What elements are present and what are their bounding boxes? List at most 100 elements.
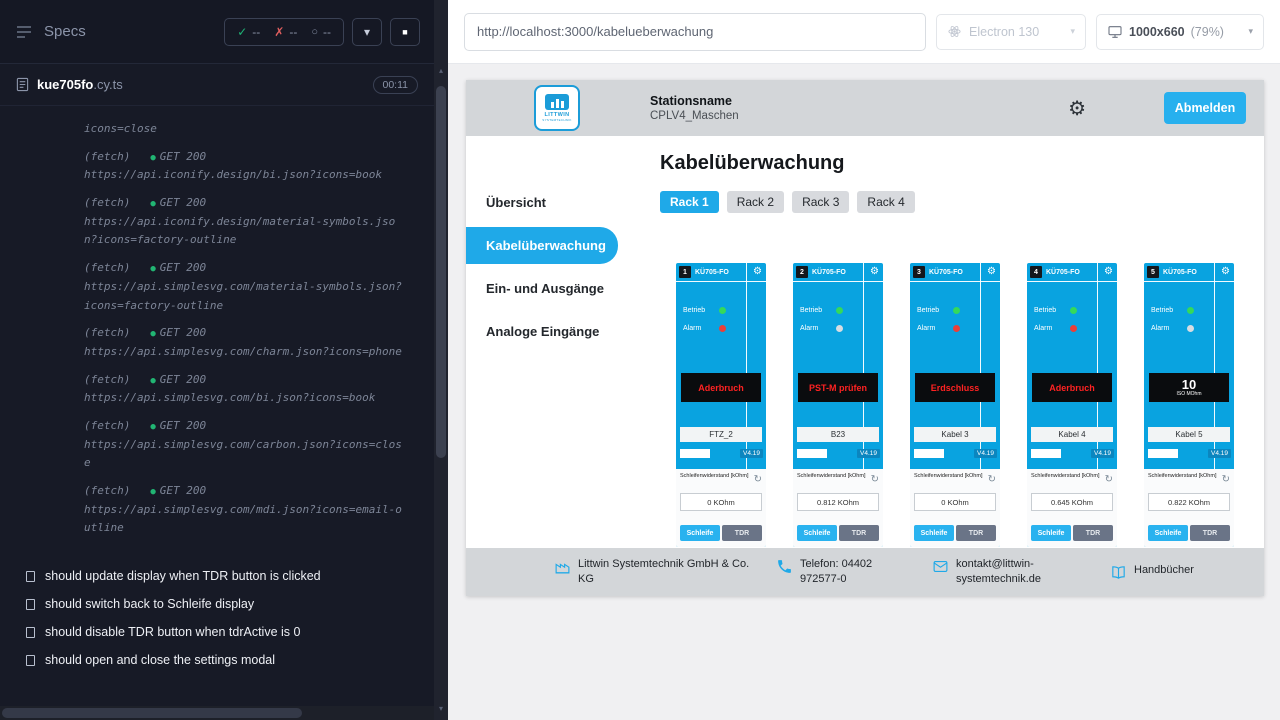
rack-tab[interactable]: Rack 1 bbox=[660, 191, 719, 213]
cable-name-input[interactable]: Kabel 5 bbox=[1148, 427, 1230, 442]
rack-gear-icon[interactable]: ⚙ bbox=[1104, 266, 1113, 277]
refresh-icon[interactable]: ↻ bbox=[754, 474, 762, 485]
log-entry[interactable]: (fetch) GET 200 https://api.simplesvg.co… bbox=[84, 482, 408, 538]
rack-gear-icon[interactable]: ⚙ bbox=[987, 266, 996, 277]
sidebar-item[interactable]: Ein- und Ausgänge bbox=[466, 270, 636, 307]
log-entry[interactable]: (fetch) GET 200 https://api.simplesvg.co… bbox=[84, 417, 408, 473]
spec-ext: .cy.ts bbox=[93, 77, 122, 92]
rack-number-badge: 2 bbox=[796, 266, 808, 278]
rack-number-badge: 5 bbox=[1147, 266, 1159, 278]
app-header: LITTWIN SYSTEMTECHNIK Stationsname CPLV4… bbox=[466, 80, 1264, 136]
cable-name-input[interactable]: FTZ_2 bbox=[680, 427, 762, 442]
betrieb-led bbox=[719, 307, 726, 314]
vertical-scrollbar-thumb[interactable] bbox=[436, 86, 446, 458]
cable-name-input[interactable]: Kabel 4 bbox=[1031, 427, 1113, 442]
email-outline-icon bbox=[932, 558, 949, 575]
loop-resistance-label: Schleifenwiderstand [kOhm] bbox=[914, 473, 988, 479]
log-entry[interactable]: icons=close bbox=[84, 120, 408, 139]
log-fetch-label: (fetch) bbox=[84, 482, 130, 501]
sidebar-item[interactable]: Analoge Eingänge bbox=[466, 313, 636, 350]
test-item[interactable]: should update display when TDR button is… bbox=[26, 562, 420, 590]
command-log: icons=close (fetch) GET 200 https://api.… bbox=[0, 106, 434, 538]
alarm-label: Alarm bbox=[683, 325, 713, 332]
betrieb-label: Betrieb bbox=[683, 307, 713, 314]
cable-name-input[interactable]: B23 bbox=[797, 427, 879, 442]
scroll-down-icon[interactable]: ▾ bbox=[434, 704, 448, 713]
app-sidebar: Übersicht Kabelüberwachung Ein- und Ausgän… bbox=[466, 136, 636, 548]
schleife-button[interactable]: Schleife bbox=[797, 525, 837, 541]
refresh-icon[interactable]: ↻ bbox=[988, 474, 996, 485]
refresh-icon[interactable]: ↻ bbox=[1222, 474, 1230, 485]
footer-manuals[interactable]: Handbücher bbox=[1110, 563, 1194, 581]
log-entry[interactable]: (fetch) GET 200 https://api.simplesvg.co… bbox=[84, 259, 408, 315]
scroll-up-icon[interactable]: ▴ bbox=[434, 66, 448, 75]
tdr-button[interactable]: TDR bbox=[1073, 525, 1113, 541]
tdr-button[interactable]: TDR bbox=[1190, 525, 1230, 541]
log-url: https://api.simplesvg.com/mdi.json?icons… bbox=[84, 501, 408, 538]
test-doc-icon bbox=[26, 627, 35, 638]
preview-toolbar: Electron 130 ▾ 1000x660 (79%) ▾ bbox=[448, 0, 1280, 64]
url-input[interactable] bbox=[464, 13, 926, 51]
sidebar-item[interactable]: Kabelüberwachung bbox=[466, 227, 618, 264]
schleife-button[interactable]: Schleife bbox=[680, 525, 720, 541]
test-doc-icon bbox=[26, 599, 35, 610]
monitor-icon bbox=[1107, 24, 1123, 40]
refresh-icon[interactable]: ↻ bbox=[1105, 474, 1113, 485]
horizontal-scrollbar[interactable] bbox=[0, 706, 434, 720]
betrieb-row: Betrieb bbox=[1151, 307, 1194, 314]
viewport-select[interactable]: 1000x660 (79%) ▾ bbox=[1096, 14, 1264, 50]
betrieb-label: Betrieb bbox=[917, 307, 947, 314]
cable-name-input[interactable]: Kabel 3 bbox=[914, 427, 996, 442]
rack-tab[interactable]: Rack 2 bbox=[727, 191, 784, 213]
log-status: GET 200 bbox=[150, 324, 206, 343]
test-item[interactable]: should disable TDR button when tdrActive… bbox=[26, 618, 420, 646]
cable-input-underline bbox=[1031, 449, 1061, 458]
log-entry[interactable]: (fetch) GET 200 https://api.simplesvg.co… bbox=[84, 371, 408, 408]
loop-resistance-label: Schleifenwiderstand [kOhm] bbox=[1148, 473, 1222, 479]
rack-tab[interactable]: Rack 4 bbox=[857, 191, 914, 213]
cable-input-underline bbox=[1148, 449, 1178, 458]
betrieb-led bbox=[1187, 307, 1194, 314]
stat-pending: ○-- bbox=[311, 25, 331, 39]
settings-gear-icon[interactable]: ⚙ bbox=[1068, 96, 1086, 121]
rack-gear-icon[interactable]: ⚙ bbox=[753, 266, 762, 277]
collapse-button[interactable]: ▾ bbox=[352, 18, 382, 46]
schleife-button[interactable]: Schleife bbox=[1031, 525, 1071, 541]
firmware-version-badge: V4.19 bbox=[1091, 449, 1114, 458]
sidebar-item[interactable]: Übersicht bbox=[466, 184, 636, 221]
log-entry[interactable]: (fetch) GET 200 https://api.iconify.desi… bbox=[84, 148, 408, 185]
test-item[interactable]: should open and close the settings modal bbox=[26, 646, 420, 674]
schleife-button[interactable]: Schleife bbox=[914, 525, 954, 541]
test-item[interactable]: should switch back to Schleife display bbox=[26, 590, 420, 618]
log-status: GET 200 bbox=[150, 417, 206, 436]
spec-row[interactable]: kue705fo.cy.ts 00:11 bbox=[0, 64, 434, 106]
log-entry[interactable]: (fetch) GET 200 https://api.iconify.desi… bbox=[84, 194, 408, 250]
schleife-button[interactable]: Schleife bbox=[1148, 525, 1188, 541]
log-url: https://api.simplesvg.com/bi.json?icons=… bbox=[84, 389, 408, 408]
horizontal-scrollbar-thumb[interactable] bbox=[2, 708, 302, 718]
stop-button[interactable]: ■ bbox=[390, 18, 420, 46]
tdr-button[interactable]: TDR bbox=[839, 525, 879, 541]
betrieb-led bbox=[953, 307, 960, 314]
status-value: 10 bbox=[1182, 378, 1196, 391]
log-status: GET 200 bbox=[150, 371, 206, 390]
app-footer: Littwin Systemtechnik GmbH & Co. KG Tele… bbox=[466, 548, 1264, 596]
rack-gear-icon[interactable]: ⚙ bbox=[1221, 266, 1230, 277]
alarm-row: Alarm bbox=[1034, 325, 1077, 332]
loop-section: Schleifenwiderstand [kOhm] ↻ 0 KOhm Schl… bbox=[910, 469, 1000, 547]
footer-company: Littwin Systemtechnik GmbH & Co. KG bbox=[554, 557, 750, 587]
tdr-button[interactable]: TDR bbox=[956, 525, 996, 541]
rack-tab[interactable]: Rack 3 bbox=[792, 191, 849, 213]
rack-card-header: 4 KÜ705-FO ⚙ bbox=[1027, 263, 1117, 281]
rack-gear-icon[interactable]: ⚙ bbox=[870, 266, 879, 277]
logout-button[interactable]: Abmelden bbox=[1164, 92, 1246, 124]
rack-cards: 1 KÜ705-FO ⚙ Betrieb Alarm bbox=[660, 263, 1240, 547]
specs-menu-icon[interactable] bbox=[14, 22, 34, 42]
check-icon: ✓ bbox=[237, 25, 247, 39]
log-entry[interactable]: (fetch) GET 200 https://api.simplesvg.co… bbox=[84, 324, 408, 361]
tdr-button[interactable]: TDR bbox=[722, 525, 762, 541]
refresh-icon[interactable]: ↻ bbox=[871, 474, 879, 485]
browser-select[interactable]: Electron 130 ▾ bbox=[936, 14, 1086, 50]
vertical-scrollbar[interactable]: ▴ ▾ bbox=[434, 0, 448, 720]
firmware-version-badge: V4.19 bbox=[740, 449, 763, 458]
